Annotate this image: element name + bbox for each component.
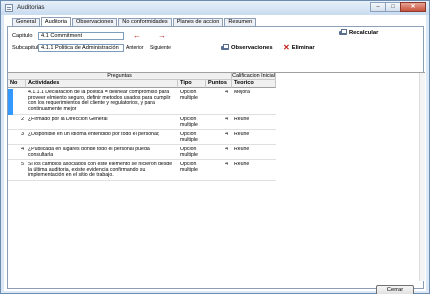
subcapitulo-label: Subcapitulo — [12, 45, 42, 51]
window-controls: – □ ✕ — [370, 2, 426, 12]
actividad-cell: ¿Publicada en lugares donde todo el pers… — [28, 147, 150, 158]
no-cell: 5 — [21, 162, 24, 167]
minimize-button[interactable]: – — [370, 2, 386, 12]
teorico-cell[interactable]: Reune — [234, 162, 274, 168]
grid-scrollbar[interactable] — [419, 73, 425, 281]
cerrar-button[interactable]: Cerrar — [376, 285, 414, 294]
client-area: General Auditoria Observaciones No confo… — [4, 15, 426, 294]
auditoria-panel: Capitulo 4.1 Commitment Subcapitulo 4.1.… — [7, 27, 425, 294]
no-cell: 4 — [21, 147, 24, 152]
tab-observaciones[interactable]: Observaciones — [71, 18, 118, 26]
observaciones-button[interactable]: Observaciones — [221, 44, 273, 51]
window-title: Auditorias — [17, 4, 45, 11]
siguiente-button[interactable]: Siguiente — [150, 45, 171, 51]
tipo-cell: Opción multiple — [180, 117, 198, 128]
table-row[interactable]: 2 ¿Firmado por la Direccion General Opci… — [8, 116, 276, 130]
table-row[interactable]: 4.1.1.1 Declaración de la política = del… — [8, 89, 276, 115]
puntos-cell: 4 — [225, 132, 228, 137]
col-teorico-header[interactable]: Teorico — [232, 80, 276, 88]
tab-no-conformidades[interactable]: No conformidades — [118, 18, 172, 26]
actividad-cell: ¿Firmado por la Direccion General — [28, 117, 108, 122]
puntos-cell: 4 — [225, 117, 228, 122]
tab-resumen[interactable]: Resumen — [224, 18, 257, 26]
table-row[interactable]: 5 Si los cambios asociados con este elem… — [8, 161, 276, 181]
app-icon — [5, 4, 13, 12]
tipo-cell: Opción multiple — [180, 132, 198, 143]
puntos-cell: 4 — [225, 90, 228, 95]
teorico-cell[interactable]: Reune — [234, 147, 274, 153]
auditorias-window: Auditorias – □ ✕ General Auditoria Obser… — [0, 0, 430, 294]
no-cell: 3 — [21, 132, 24, 137]
anterior-button[interactable]: Anterior — [126, 45, 144, 51]
recalcular-button[interactable]: Recalcular — [339, 29, 378, 36]
col-tipo-header[interactable]: Tipo — [178, 80, 206, 88]
recalcular-label: Recalcular — [349, 29, 379, 36]
title-bar: Auditorias – □ ✕ — [1, 1, 429, 15]
teorico-cell[interactable]: Reune — [234, 117, 274, 123]
preguntas-group-header: Preguntas — [8, 73, 232, 80]
printer-icon — [339, 29, 347, 36]
no-cell: 2 — [21, 117, 24, 122]
tipo-cell: Opción multiple — [180, 147, 198, 158]
tab-general[interactable]: General — [12, 18, 40, 26]
col-actividades-header[interactable]: Actividades — [26, 80, 178, 88]
table-row[interactable]: 3 ¿Disponible en un idioma entendido por… — [8, 131, 276, 145]
teorico-cell[interactable]: Mejora — [234, 90, 274, 96]
delete-x-icon: ✕ — [283, 43, 290, 52]
calificacion-group-header: Calificacion Inicial — [232, 73, 276, 80]
puntos-cell: 4 — [225, 162, 228, 167]
table-row[interactable]: 4 ¿Publicada en lugares donde todo el pe… — [8, 146, 276, 160]
actividad-cell: ¿Disponible en un idioma entendido por t… — [28, 132, 160, 137]
teorico-cell[interactable]: Reune — [234, 132, 274, 138]
close-window-button[interactable]: ✕ — [400, 2, 426, 12]
actividad-cell: Si los cambios asociados con este elemen… — [28, 162, 173, 179]
eliminar-button[interactable]: ✕ Eliminar — [283, 43, 315, 52]
tab-planes-de-accion[interactable]: Planes de accion — [172, 18, 224, 26]
tab-strip: General Auditoria Observaciones No confo… — [12, 16, 257, 27]
siguiente-arrow-icon[interactable]: → — [158, 32, 166, 40]
printer-icon — [221, 44, 229, 51]
observaciones-label: Observaciones — [231, 44, 273, 51]
row-selector — [8, 89, 13, 115]
eliminar-label: Eliminar — [291, 44, 315, 51]
tipo-cell: Opción multiple — [180, 90, 198, 101]
anterior-arrow-icon[interactable]: ← — [133, 32, 141, 40]
maximize-button[interactable]: □ — [385, 2, 401, 12]
puntos-cell: 4 — [225, 147, 228, 152]
subcapitulo-field[interactable]: 4.1.1 Politica de Administración — [38, 44, 124, 52]
tipo-cell: Opción multiple — [180, 162, 198, 173]
capitulo-field[interactable]: 4.1 Commitment — [38, 32, 124, 40]
preguntas-grid: Preguntas Calificacion Inicial No Activi… — [8, 72, 425, 281]
col-puntos-header[interactable]: Puntos — [206, 80, 232, 88]
actividad-cell: 4.1.1.1 Declaración de la política = del… — [28, 90, 171, 112]
capitulo-label: Capitulo — [12, 33, 33, 39]
col-no-header[interactable]: No — [8, 80, 26, 88]
